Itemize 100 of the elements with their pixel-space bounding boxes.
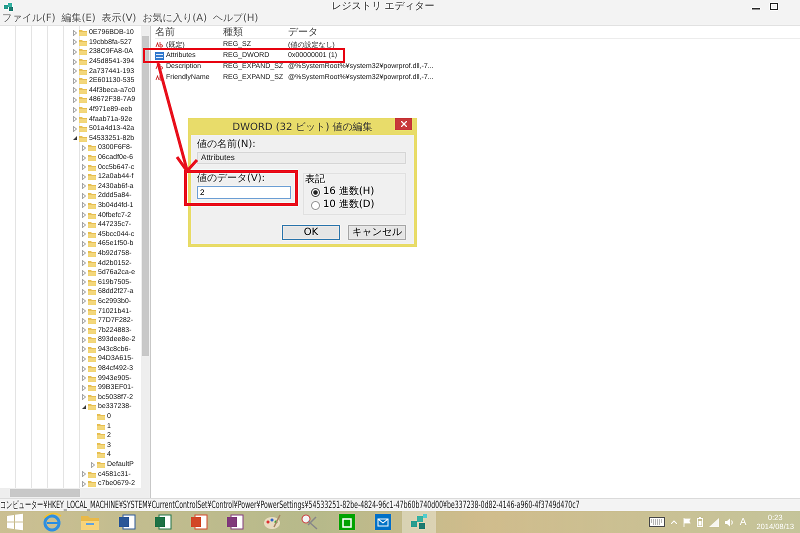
folder-icon [88, 269, 96, 276]
menu-item[interactable]: ファイル(F) [2, 13, 56, 25]
expand-arrow-icon[interactable] [81, 212, 87, 218]
expand-arrow-icon[interactable] [81, 250, 87, 256]
cubes-icon [3, 2, 14, 12]
expand-arrow-icon[interactable] [81, 327, 87, 334]
expand-arrow-icon[interactable] [81, 384, 87, 391]
expand-arrow-icon[interactable] [81, 288, 87, 295]
expand-arrow-icon[interactable] [72, 126, 78, 132]
menu-item[interactable]: ヘルプ(H) [213, 13, 258, 25]
expand-arrow-icon[interactable] [81, 279, 87, 286]
expand-arrow-icon[interactable] [72, 30, 78, 36]
mail-icon[interactable] [374, 513, 392, 531]
expand-arrow-icon[interactable] [81, 222, 87, 228]
palette-icon[interactable] [262, 513, 282, 531]
folder-icon [88, 144, 96, 152]
spreadsheet-app-icon[interactable] [154, 513, 172, 531]
folder-icon [88, 202, 96, 209]
expand-arrow-icon[interactable] [81, 318, 87, 324]
expand-arrow-icon[interactable] [81, 298, 87, 304]
folder-icon [88, 250, 96, 257]
expand-arrow-icon[interactable] [90, 462, 96, 468]
active-taskbar-button[interactable] [402, 511, 436, 533]
folder-icon[interactable] [80, 513, 100, 531]
folder-icon [88, 355, 96, 362]
folder-icon [88, 394, 96, 401]
collapse-arrow-icon[interactable] [81, 404, 87, 410]
column-header[interactable]: 種類 [223, 25, 288, 39]
expand-arrow-icon[interactable] [81, 154, 87, 161]
folder-icon [88, 288, 96, 296]
menu-item[interactable]: 表示(V) [102, 13, 136, 25]
expand-arrow-icon[interactable] [81, 260, 87, 266]
presentation-app-icon[interactable] [190, 513, 208, 531]
column-header[interactable]: 名前 [155, 25, 223, 39]
expand-arrow-icon[interactable] [72, 106, 78, 113]
store-icon[interactable] [338, 513, 356, 531]
expand-arrow-icon[interactable] [72, 58, 78, 65]
expand-arrow-icon[interactable] [72, 48, 78, 55]
field-label: 値の名前(N): [197, 139, 257, 151]
name-field[interactable]: Attributes [197, 152, 406, 164]
folder-icon [88, 308, 96, 315]
folder-icon [88, 278, 96, 286]
expand-arrow-icon[interactable] [72, 39, 78, 46]
folder-icon [88, 240, 96, 248]
vertical-scrollbar[interactable] [141, 26, 150, 488]
scissors-icon[interactable] [300, 513, 320, 531]
expand-arrow-icon[interactable] [81, 240, 87, 247]
expand-arrow-icon[interactable] [72, 116, 78, 122]
dialog-button[interactable]: OK [282, 225, 340, 240]
expand-arrow-icon[interactable] [81, 308, 87, 314]
radio-label[interactable]: 16 進数(H) [323, 186, 374, 198]
expand-arrow-icon[interactable] [81, 356, 87, 362]
expand-arrow-icon[interactable] [72, 96, 78, 103]
horizontal-scrollbar[interactable] [0, 488, 150, 498]
battery-icon[interactable] [696, 517, 703, 527]
folder-icon [79, 86, 87, 94]
menu-item[interactable]: お気に入り(A) [142, 13, 207, 25]
browser-icon[interactable] [42, 512, 62, 532]
expand-arrow-icon[interactable] [72, 87, 78, 94]
close-button[interactable] [395, 118, 412, 130]
expand-arrow-icon[interactable] [81, 202, 87, 208]
keyboard-icon[interactable] [648, 517, 665, 527]
document-app-icon[interactable] [118, 513, 136, 531]
dialog-button[interactable]: キャンセル [348, 225, 406, 240]
radio-button[interactable] [311, 188, 320, 196]
speaker-icon[interactable] [724, 518, 734, 526]
expand-arrow-icon[interactable] [81, 471, 87, 478]
expand-arrow-icon[interactable] [81, 270, 87, 276]
maximize-icon[interactable] [770, 3, 778, 10]
flag-icon[interactable] [682, 518, 691, 526]
expand-arrow-icon[interactable] [81, 231, 87, 238]
expand-arrow-icon[interactable] [81, 480, 87, 487]
folder-icon [88, 154, 96, 162]
signal-icon[interactable] [708, 518, 719, 526]
expand-arrow-icon[interactable] [81, 192, 87, 199]
folder-icon [97, 432, 105, 440]
caret-icon[interactable] [670, 520, 677, 524]
expand-arrow-icon[interactable] [81, 394, 87, 400]
notebook-app-icon[interactable] [226, 513, 244, 531]
group-label: 表記 [305, 174, 326, 185]
start-icon[interactable] [6, 513, 24, 531]
expand-arrow-icon[interactable] [72, 68, 78, 74]
column-header[interactable]: データ [288, 25, 318, 39]
expand-arrow-icon[interactable] [81, 144, 87, 151]
folder-icon [97, 442, 105, 449]
expand-arrow-icon[interactable] [81, 183, 87, 190]
expand-arrow-icon[interactable] [72, 78, 78, 84]
radio-label[interactable]: 10 進数(D) [323, 199, 374, 211]
radio-button[interactable] [311, 200, 320, 210]
expand-arrow-icon[interactable] [81, 375, 87, 382]
expand-arrow-icon[interactable] [81, 336, 87, 343]
data-input-field[interactable]: 2 [197, 186, 291, 199]
menu-item[interactable]: 編集(E) [62, 13, 96, 25]
folder-icon [79, 48, 87, 56]
folder-icon [88, 182, 96, 190]
expand-arrow-icon[interactable] [81, 164, 87, 170]
expand-arrow-icon[interactable] [81, 366, 87, 372]
expand-arrow-icon[interactable] [81, 346, 87, 352]
expand-arrow-icon[interactable] [81, 174, 87, 180]
collapse-arrow-icon[interactable] [72, 135, 78, 142]
